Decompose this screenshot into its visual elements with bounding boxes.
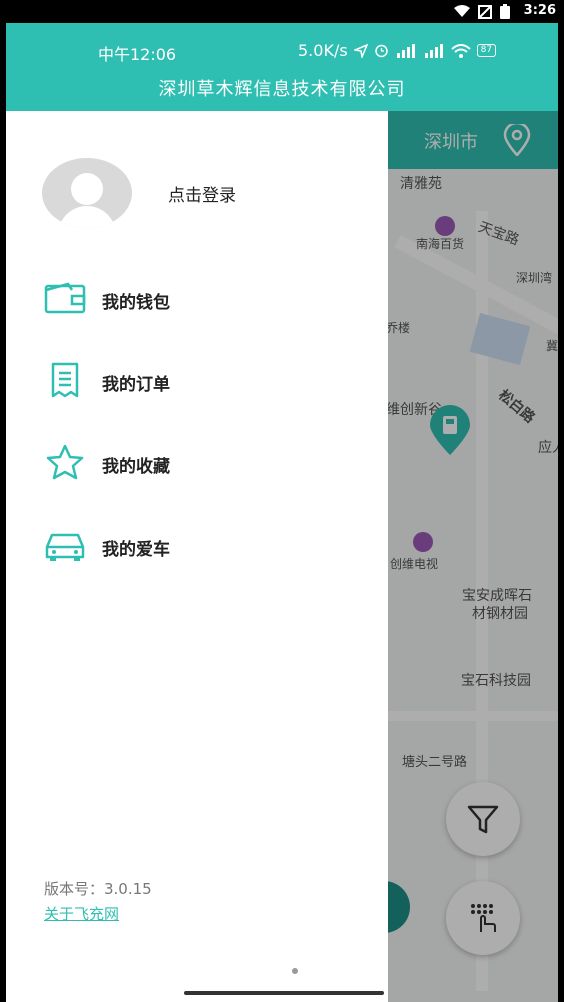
menu-item-favorites[interactable]: 我的收藏 (42, 440, 342, 484)
signal-icon (396, 43, 415, 58)
car-icon (45, 533, 85, 561)
alarm-icon (374, 44, 388, 58)
star-icon (46, 444, 84, 480)
avatar[interactable] (42, 158, 132, 228)
inner-clock: 中午12:06 (98, 45, 177, 64)
login-link[interactable]: 点击登录 (168, 181, 236, 206)
menu-label-car: 我的爱车 (102, 540, 170, 560)
battery-icon (500, 4, 510, 19)
location-arrow-icon (353, 43, 368, 58)
no-signal-icon (478, 4, 492, 19)
app-frame: 中午12:06 5.0K/s 87 深圳草木辉信息技术有限公司 深圳市 清雅苑 … (6, 23, 558, 1002)
inner-status-icons: 5.0K/s 87 (298, 41, 497, 60)
battery-level: 87 (480, 45, 493, 55)
app-header: 中午12:06 5.0K/s 87 深圳草木辉信息技术有限公司 (6, 23, 558, 111)
wifi-icon-inner (451, 43, 471, 58)
version-text: 版本号：3.0.15 (44, 880, 152, 898)
network-speed: 5.0K/s (298, 41, 348, 60)
side-drawer: 点击登录 我的钱包 我的订单 我的收藏 我的爱车 版本号：3.0.15 关于飞充… (6, 111, 388, 1002)
avatar-body (58, 206, 116, 228)
nav-indicator-dot (292, 968, 298, 974)
about-link[interactable]: 关于飞充网 (44, 903, 119, 924)
menu-item-wallet[interactable]: 我的钱包 (42, 276, 342, 320)
menu-item-orders[interactable]: 我的订单 (42, 358, 342, 402)
menu-label-favorites: 我的收藏 (102, 457, 170, 477)
inner-status-bar: 中午12:06 5.0K/s 87 (6, 41, 558, 64)
system-icons (454, 4, 510, 19)
receipt-icon (51, 362, 79, 398)
menu-item-car[interactable]: 我的爱车 (42, 523, 342, 567)
signal-icon-2 (424, 43, 443, 58)
home-indicator[interactable] (184, 991, 384, 995)
system-status-bar: 3:26 (0, 0, 564, 23)
wallet-icon (44, 282, 86, 314)
battery-indicator: 87 (476, 44, 497, 57)
menu-label-wallet: 我的钱包 (102, 293, 170, 313)
system-time: 3:26 (523, 3, 556, 18)
wifi-icon (454, 5, 470, 17)
company-title: 深圳草木辉信息技术有限公司 (158, 79, 406, 100)
avatar-head (71, 173, 103, 205)
menu-label-orders: 我的订单 (102, 375, 170, 395)
